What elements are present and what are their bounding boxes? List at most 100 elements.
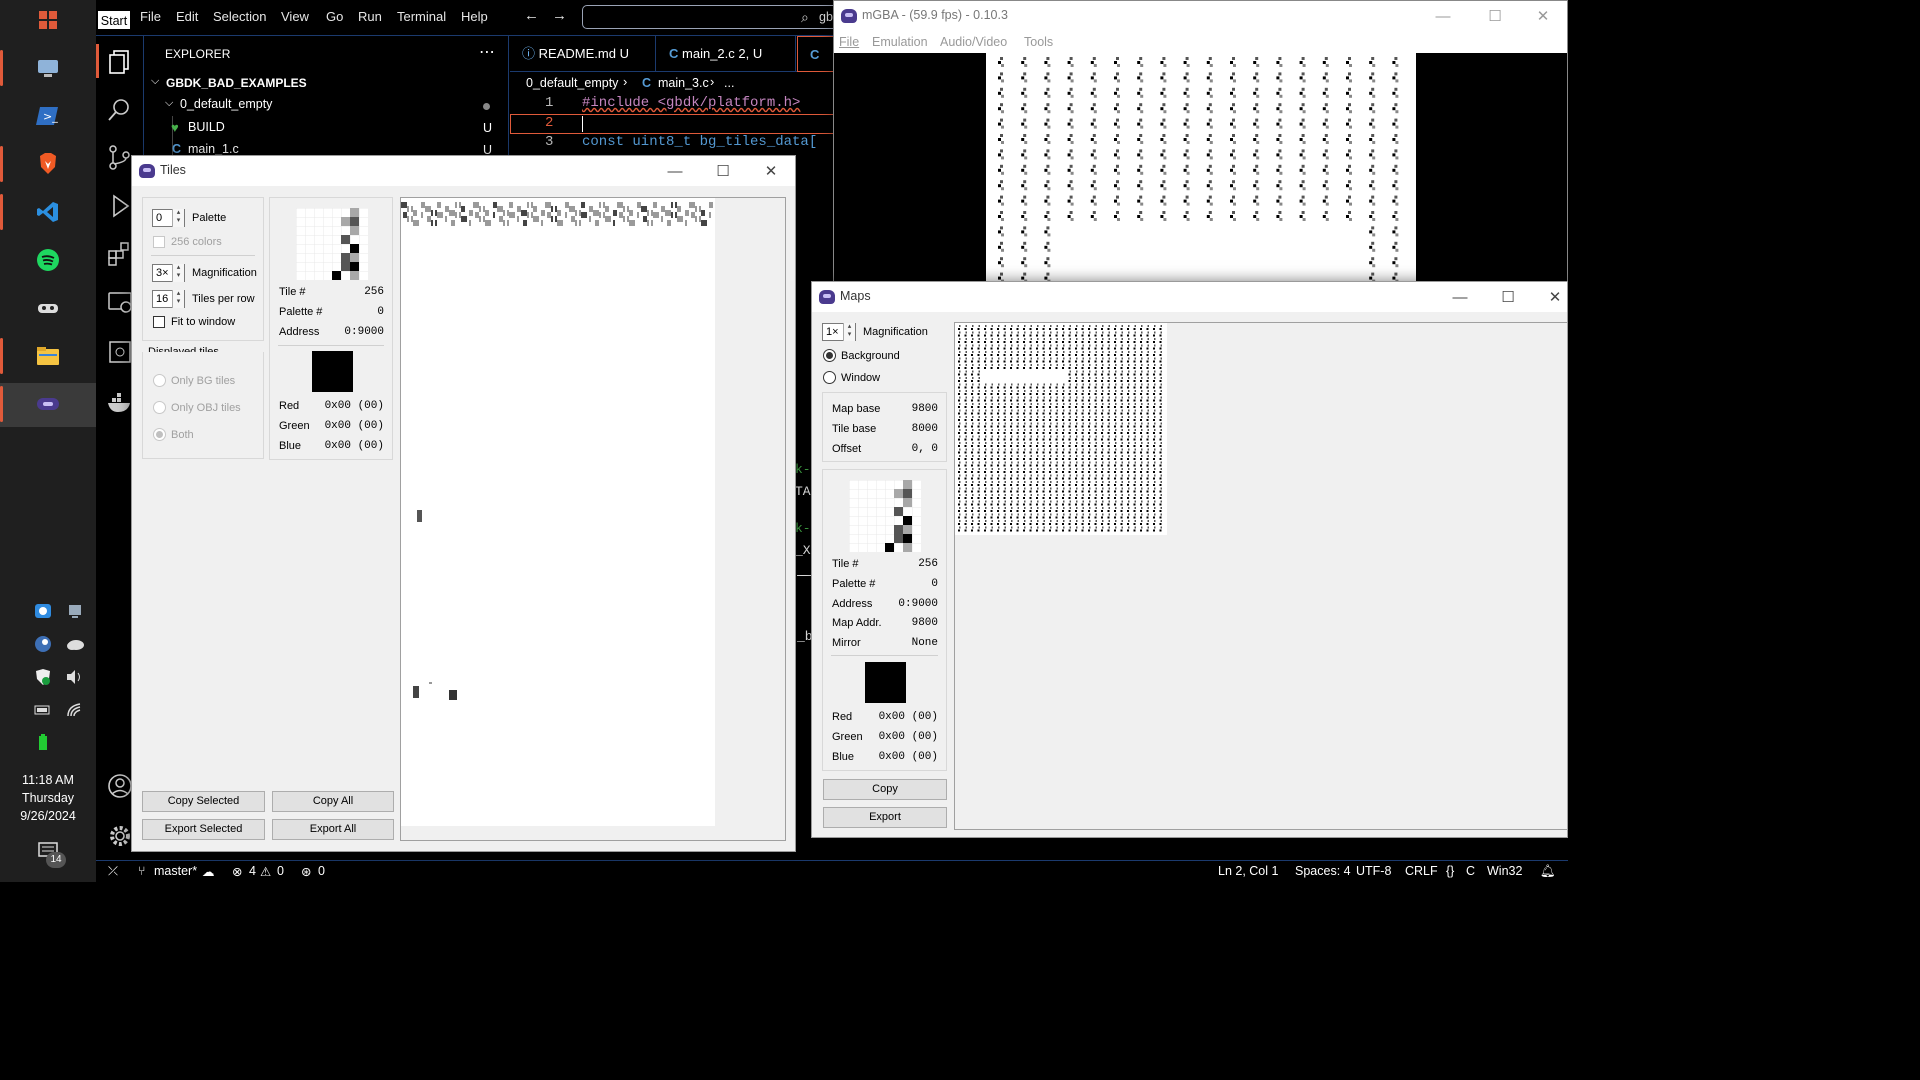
window-radio[interactable]: [823, 371, 836, 384]
battery-saver-icon[interactable]: [32, 699, 54, 721]
monitor-app-icon[interactable]: [64, 600, 86, 622]
command-center-search[interactable]: ⌕ gb: [582, 5, 842, 29]
code-editor[interactable]: 1 #include <gbdk/platform.h> 2 3 const u…: [510, 94, 836, 164]
sync-icon[interactable]: ☁: [202, 864, 215, 879]
menu-file[interactable]: File: [140, 9, 161, 24]
game-screen[interactable]: [834, 53, 1567, 282]
menu-selection[interactable]: Selection: [213, 9, 266, 24]
security-app-icon[interactable]: [32, 600, 54, 622]
mgba-menu-emulation[interactable]: Emulation: [872, 35, 928, 49]
tiles-per-row-spinbox[interactable]: 16: [152, 290, 185, 308]
breadcrumb-more[interactable]: ...: [724, 76, 734, 90]
more-actions-icon[interactable]: ⋯: [479, 42, 495, 62]
forward-arrow-icon[interactable]: →: [552, 7, 567, 24]
tab-main-3-active[interactable]: C: [797, 36, 837, 72]
search-view-icon[interactable]: [106, 96, 134, 124]
close-icon[interactable]: ✕: [1538, 285, 1572, 309]
only-bg-tiles-radio[interactable]: [153, 374, 166, 387]
file-main-1[interactable]: main_1.c: [188, 142, 239, 156]
language-mode[interactable]: C: [1466, 864, 1475, 878]
breadcrumb-file[interactable]: main_3.c: [658, 76, 709, 90]
warning-count[interactable]: 0: [277, 864, 284, 878]
windows-security-icon[interactable]: [32, 666, 54, 688]
maximize-icon[interactable]: ☐: [1491, 285, 1525, 309]
clock-time[interactable]: 11:18 AM: [0, 771, 96, 789]
tab-main-2[interactable]: C main_2.c 2, U: [657, 36, 796, 72]
minimize-icon[interactable]: —: [658, 159, 692, 183]
mgba-menu-tools[interactable]: Tools: [1024, 35, 1053, 49]
map-magnification-spinbox[interactable]: 1×: [822, 323, 856, 341]
chevron-down-icon[interactable]: ⌵: [151, 75, 159, 88]
close-icon[interactable]: ✕: [754, 159, 788, 183]
branch-name[interactable]: master*: [154, 864, 197, 878]
menu-go[interactable]: Go: [326, 9, 343, 24]
clock-date[interactable]: 9/26/2024: [0, 807, 96, 825]
palette-spinbox[interactable]: 0: [152, 209, 185, 227]
tile-view-scrollarea[interactable]: [400, 197, 786, 841]
file-build[interactable]: BUILD: [188, 120, 225, 134]
minimize-icon[interactable]: —: [1426, 4, 1460, 28]
clock-day[interactable]: Thursday: [0, 789, 96, 807]
export-selected-button[interactable]: Export Selected: [142, 819, 265, 840]
vscode-icon[interactable]: [30, 194, 66, 230]
menu-edit[interactable]: Edit: [176, 9, 198, 24]
onedrive-icon[interactable]: [64, 633, 86, 655]
game-controller-icon[interactable]: [30, 290, 66, 326]
remote-indicator-icon[interactable]: ⤫: [108, 864, 118, 879]
mgba-icon[interactable]: [30, 386, 66, 422]
back-arrow-icon[interactable]: ←: [524, 7, 539, 24]
line-ending[interactable]: CRLF: [1405, 864, 1438, 878]
fit-to-window-checkbox[interactable]: [153, 316, 165, 328]
copy-all-button[interactable]: Copy All: [272, 791, 394, 812]
cursor-position[interactable]: Ln 2, Col 1: [1218, 864, 1278, 878]
docker-icon[interactable]: [106, 388, 134, 416]
platform[interactable]: Win32: [1487, 864, 1522, 878]
menu-help[interactable]: Help: [461, 9, 488, 24]
wifi-icon[interactable]: [64, 699, 86, 721]
spotify-icon[interactable]: [30, 242, 66, 278]
explorer-files-icon[interactable]: [106, 48, 134, 76]
tab-readme[interactable]: ⓘ README.md U: [510, 36, 656, 72]
mgba-menu-file[interactable]: File: [839, 35, 859, 49]
file-explorer-icon[interactable]: [30, 338, 66, 374]
source-control-icon[interactable]: [106, 144, 134, 172]
error-count[interactable]: 4: [249, 864, 256, 878]
export-all-button[interactable]: Export All: [272, 819, 394, 840]
extensions-icon[interactable]: [106, 240, 134, 268]
run-debug-icon[interactable]: [106, 192, 134, 220]
both-tiles-radio[interactable]: [153, 428, 166, 441]
volume-icon[interactable]: [64, 666, 86, 688]
magnification-spinbox[interactable]: 3×: [152, 264, 185, 282]
steam-icon[interactable]: [32, 633, 54, 655]
mgba-menu-audio-video[interactable]: Audio/Video: [940, 35, 1007, 49]
ports-count[interactable]: 0: [318, 864, 325, 878]
workspace-root[interactable]: GBDK_BAD_EXAMPLES: [166, 76, 307, 90]
menu-terminal[interactable]: Terminal: [397, 9, 446, 24]
testing-icon[interactable]: [106, 338, 134, 366]
maximize-icon[interactable]: ☐: [706, 159, 740, 183]
powershell-icon[interactable]: >_: [30, 98, 66, 134]
folder-0-default-empty[interactable]: 0_default_empty: [180, 97, 272, 111]
map-view-scrollarea[interactable]: [954, 322, 1568, 830]
breadcrumb-folder[interactable]: 0_default_empty: [526, 76, 618, 90]
background-radio[interactable]: [823, 349, 836, 362]
accounts-icon[interactable]: [106, 772, 134, 800]
export-button[interactable]: Export: [823, 807, 947, 828]
copy-button[interactable]: Copy: [823, 779, 947, 800]
windows-start-icon[interactable]: [30, 2, 66, 38]
manage-gear-icon[interactable]: [106, 822, 134, 850]
brave-browser-icon[interactable]: [30, 146, 66, 182]
minimize-icon[interactable]: —: [1443, 285, 1477, 309]
256-colors-checkbox[interactable]: [153, 236, 165, 248]
remote-desktop-icon[interactable]: [30, 50, 66, 86]
remote-explorer-icon[interactable]: [106, 288, 134, 316]
notifications-bell-icon[interactable]: 🔔︎: [1540, 864, 1556, 879]
menu-run[interactable]: Run: [358, 9, 382, 24]
chevron-down-icon[interactable]: ⌵: [165, 97, 173, 110]
close-icon[interactable]: ✕: [1526, 4, 1560, 28]
copy-selected-button[interactable]: Copy Selected: [142, 791, 265, 812]
maximize-icon[interactable]: ☐: [1478, 4, 1512, 28]
menu-view[interactable]: View: [281, 9, 309, 24]
encoding[interactable]: UTF-8: [1356, 864, 1391, 878]
only-obj-tiles-radio[interactable]: [153, 401, 166, 414]
